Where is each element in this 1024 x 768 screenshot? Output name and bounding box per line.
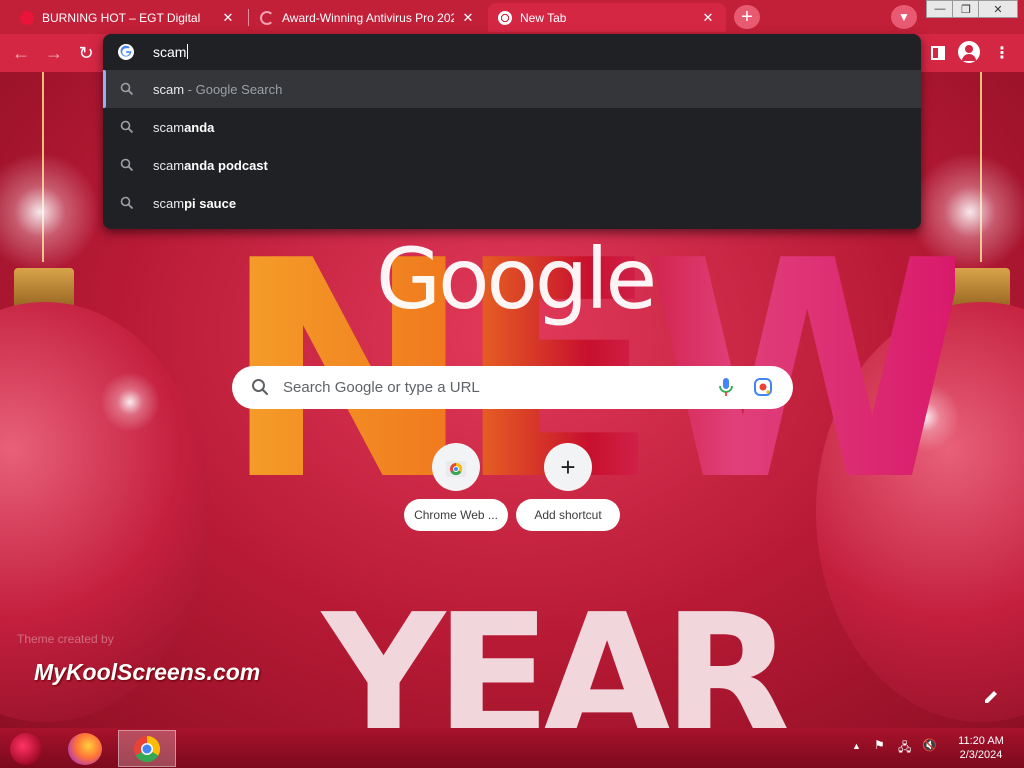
flag-icon[interactable]: ⚑ [874, 738, 885, 752]
suggestion-item[interactable]: scamanda [103, 108, 921, 146]
restore-icon: ❐ [961, 3, 971, 16]
side-panel-button[interactable] [926, 41, 950, 65]
suggestion-completion: pi sauce [184, 196, 237, 211]
address-input[interactable]: scam [153, 44, 189, 60]
shortcut-chrome-web-store[interactable]: Chrome Web ... [404, 443, 508, 533]
tab-close-icon[interactable]: ✕ [460, 10, 476, 26]
google-g-icon [118, 44, 134, 60]
light-glow [0, 152, 100, 272]
side-panel-icon [931, 46, 945, 60]
shortcut-tile [432, 443, 480, 491]
suggestion-text: scampi sauce [153, 196, 236, 211]
google-lens-icon[interactable] [753, 377, 773, 397]
chrome-favicon-icon [498, 10, 512, 25]
tab-close-icon[interactable]: ✕ [700, 10, 716, 26]
arrow-left-icon: ← [12, 42, 30, 63]
clock-time: 11:20 AM [958, 735, 1004, 747]
theme-year-word: YEAR [322, 578, 794, 728]
light-glow [100, 372, 160, 432]
back-button[interactable]: ← [9, 41, 33, 65]
tab-title: BURNING HOT – EGT Digital [42, 10, 201, 25]
ntp-search-box[interactable]: Search Google or type a URL [232, 366, 793, 409]
pencil-icon[interactable] [982, 688, 1000, 706]
suggestion-typed: scam [153, 82, 185, 97]
profile-avatar-icon[interactable] [958, 41, 980, 63]
chrome-icon [134, 735, 161, 762]
tab-search-button[interactable]: ▼ [891, 5, 917, 29]
google-logo: Google [376, 230, 657, 328]
omnibox-dropdown: scam scam - Google Search scamanda scama… [103, 34, 921, 229]
tab-antivirus[interactable]: Award-Winning Antivirus Pro 2024 ✕ [250, 3, 486, 32]
suggestion-item[interactable]: scamanda podcast [103, 146, 921, 184]
reload-icon: ↻ [78, 42, 94, 63]
tab-burning-hot[interactable]: BURNING HOT – EGT Digital ✕ [10, 3, 246, 32]
suggestion-item[interactable]: scam - Google Search [103, 70, 921, 108]
tray-chevron-up-icon[interactable]: ▲ [852, 741, 861, 751]
suggestion-suffix: - Google Search [184, 82, 283, 97]
arrow-right-icon: → [45, 42, 63, 63]
suggestion-text: scamanda podcast [153, 158, 268, 173]
theme-year-text: YEAR [322, 592, 794, 728]
search-placeholder: Search Google or type a URL [283, 379, 480, 396]
new-tab-button[interactable]: + [734, 5, 760, 29]
menu-button[interactable]: ⋮ [990, 41, 1014, 65]
search-icon [120, 120, 134, 134]
theme-creator-link[interactable]: MyKoolScreens.com [34, 659, 260, 686]
close-icon: ✕ [993, 3, 1003, 16]
tab-close-icon[interactable]: ✕ [220, 10, 236, 26]
search-icon [252, 379, 269, 396]
suggestion-typed: scam [153, 158, 185, 173]
shortcut-tile: + [544, 443, 592, 491]
tab-strip: BURNING HOT – EGT Digital ✕ Award-Winnin… [0, 0, 1024, 34]
suggestion-typed: scam [153, 120, 185, 135]
network-icon[interactable]: 🖧 [898, 738, 911, 759]
minimize-icon: — [934, 3, 946, 15]
text-caret [187, 44, 189, 59]
suggestion-completion: anda [184, 120, 215, 135]
loading-spinner-icon [260, 10, 274, 25]
tab-separator [248, 9, 249, 26]
clock-date: 2/3/2024 [959, 749, 1003, 761]
minimize-button[interactable]: — [926, 0, 954, 18]
address-bar[interactable]: scam [103, 34, 921, 70]
taskbar-clock[interactable]: 11:20 AM 2/3/2024 [950, 734, 1012, 762]
forward-button[interactable]: → [42, 41, 66, 65]
start-button[interactable] [10, 733, 42, 765]
suggestion-typed: scam [153, 196, 185, 211]
add-shortcut-button[interactable]: + Add shortcut [516, 443, 620, 533]
chevron-down-icon: ▼ [898, 10, 910, 24]
volume-muted-icon[interactable]: 🔇 [922, 738, 937, 752]
restore-button[interactable]: ❐ [952, 0, 980, 18]
plus-icon: + [560, 452, 576, 482]
chrome-web-store-icon [446, 461, 466, 477]
kebab-menu-icon: ⋮ [994, 45, 1010, 62]
plus-icon: + [741, 6, 753, 28]
shortcut-label: Add shortcut [516, 499, 620, 531]
suggestion-item[interactable]: scampi sauce [103, 184, 921, 222]
windows-taskbar: ▲ ⚑ 🖧 🔇 11:20 AM 2/3/2024 [0, 728, 1024, 768]
reload-button[interactable]: ↻ [74, 41, 98, 65]
tab-new-tab[interactable]: New Tab ✕ [488, 3, 726, 32]
theme-credit-text: Theme created by [17, 632, 114, 646]
suggestion-text: scam - Google Search [153, 82, 282, 97]
search-icon [120, 158, 134, 172]
search-icon [120, 82, 134, 96]
shortcut-label: Chrome Web ... [404, 499, 508, 531]
close-window-button[interactable]: ✕ [978, 0, 1018, 18]
site-favicon-icon [20, 10, 34, 25]
tab-title: New Tab [520, 10, 567, 25]
tab-title: Award-Winning Antivirus Pro 2024 [282, 10, 454, 25]
firefox-taskbar-icon[interactable] [68, 733, 102, 765]
microphone-icon[interactable] [718, 377, 734, 397]
address-input-value: scam [153, 44, 187, 60]
chrome-taskbar-button[interactable] [118, 730, 176, 767]
suggestion-completion: anda podcast [184, 158, 268, 173]
search-icon [120, 196, 134, 210]
suggestion-text: scamanda [153, 120, 214, 135]
